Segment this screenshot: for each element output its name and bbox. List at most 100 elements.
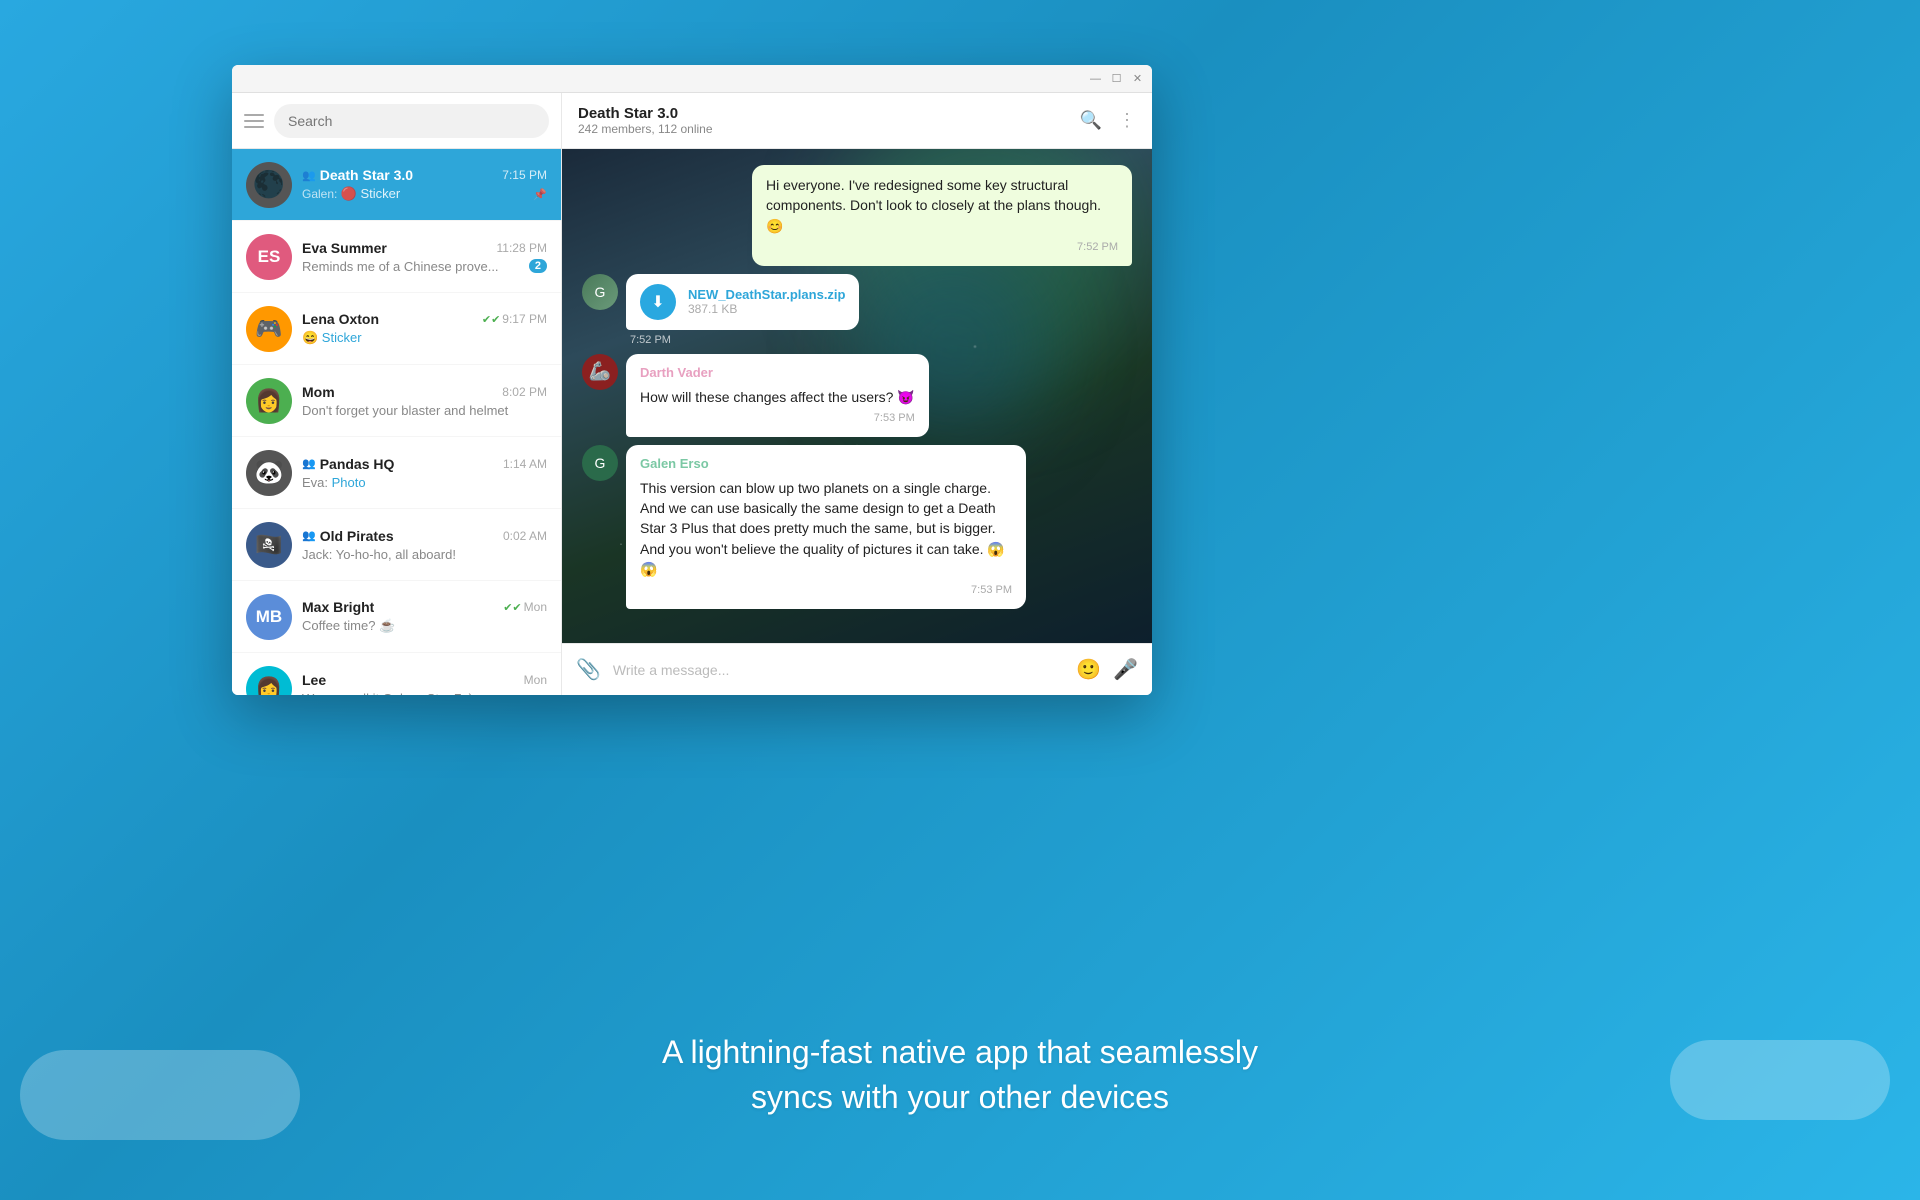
message-text-3: How will these changes affect the users?… — [640, 387, 915, 407]
message-row-3: 🦾 Darth Vader How will these changes aff… — [582, 354, 1132, 437]
chat-info-eva-summer: Eva Summer 11:28 PM Reminds me of a Chin… — [302, 240, 547, 274]
chat-time-lena-oxton: ✔✔9:17 PM — [482, 312, 547, 326]
chat-name-lena-oxton: Lena Oxton — [302, 311, 379, 327]
file-size: 387.1 KB — [688, 302, 845, 316]
chat-time-mom: 8:02 PM — [502, 385, 547, 399]
chat-info-death-star: 👥 Death Star 3.0 7:15 PM Galen: 🔴 Sticke… — [302, 167, 547, 202]
group-icon: 👥 — [302, 169, 316, 182]
message-text-1: Hi everyone. I've redesigned some key st… — [766, 175, 1118, 236]
chat-item-old-pirates[interactable]: 🏴‍☠️ 👥 Old Pirates 0:02 AM Jack: Yo-ho-h… — [232, 509, 561, 581]
chat-panel: Death Star 3.0 242 members, 112 online 🔍… — [562, 93, 1152, 695]
chat-preview-old-pirates: Jack: Yo-ho-ho, all aboard! — [302, 547, 547, 562]
chat-item-pandas-hq[interactable]: 🐼 👥 Pandas HQ 1:14 AM Eva: — [232, 437, 561, 509]
close-button[interactable]: ✕ — [1131, 72, 1144, 85]
chat-info-pandas-hq: 👥 Pandas HQ 1:14 AM Eva: Photo — [302, 456, 547, 490]
avatar-old-pirates: 🏴‍☠️ — [246, 522, 292, 568]
sidebar-header — [232, 93, 561, 149]
group-icon-pirates: 👥 — [302, 529, 316, 542]
file-info: NEW_DeathStar.plans.zip 387.1 KB — [688, 287, 845, 316]
tagline-line2: syncs with your other devices — [0, 1075, 1920, 1120]
chat-info-lee: Lee Mon We can call it Galaxy Star 7 ;) — [302, 672, 547, 696]
avatar-lee: 👩 — [246, 666, 292, 696]
emoji-icon[interactable]: 🙂 — [1076, 657, 1101, 682]
message-time-3: 7:53 PM — [640, 411, 915, 427]
avatar-eva-summer: ES — [246, 234, 292, 280]
chat-time-max-bright: ✔✔Mon — [503, 600, 547, 614]
search-icon[interactable]: 🔍 — [1080, 110, 1102, 131]
message-bubble-1: Hi everyone. I've redesigned some key st… — [752, 165, 1132, 266]
avatar-mom: 👩 — [246, 378, 292, 424]
badge-eva-summer: 2 — [529, 259, 547, 273]
file-time: 7:52 PM — [626, 334, 859, 346]
message-bubble-4: Galen Erso This version can blow up two … — [626, 445, 1026, 609]
more-icon[interactable]: ⋮ — [1118, 110, 1136, 131]
message-row-2: G ⬇ NEW_DeathStar.plans.zip 387.1 KB 7:5… — [582, 274, 1132, 346]
chat-name-lee: Lee — [302, 672, 326, 688]
chat-preview-lena-oxton: 😄 Sticker — [302, 330, 547, 346]
chat-item-eva-summer[interactable]: ES Eva Summer 11:28 PM Reminds me of a C… — [232, 221, 561, 293]
avatar-darth-vader: 🦾 — [582, 354, 618, 390]
maximize-button[interactable]: ☐ — [1110, 72, 1123, 85]
file-bubble: ⬇ NEW_DeathStar.plans.zip 387.1 KB — [626, 274, 859, 330]
menu-icon[interactable] — [244, 114, 264, 128]
chat-header: Death Star 3.0 242 members, 112 online 🔍… — [562, 93, 1152, 149]
search-input[interactable] — [288, 113, 535, 129]
message-sender-3: Darth Vader — [640, 364, 915, 383]
message-bubble-3: Darth Vader How will these changes affec… — [626, 354, 929, 437]
pinned-icon: 📌 — [533, 188, 547, 201]
sticker-area — [932, 617, 1132, 643]
dog-sticker — [932, 617, 1132, 643]
chat-time-eva-summer: 11:28 PM — [497, 241, 547, 255]
chat-time-old-pirates: 0:02 AM — [503, 529, 547, 543]
app-body: 🌑 👥 Death Star 3.0 7:15 PM Galen: — [232, 93, 1152, 695]
chat-list: 🌑 👥 Death Star 3.0 7:15 PM Galen: — [232, 149, 561, 695]
avatar-galen-erso: G — [582, 445, 618, 481]
chat-info-lena-oxton: Lena Oxton ✔✔9:17 PM 😄 Sticker — [302, 311, 547, 346]
chat-header-subtitle: 242 members, 112 online — [578, 122, 1080, 136]
file-name: NEW_DeathStar.plans.zip — [688, 287, 845, 302]
message-row-4: G Galen Erso This version can blow up tw… — [582, 445, 1132, 609]
message-time-1: 7:52 PM — [766, 240, 1118, 256]
chat-item-lena-oxton[interactable]: 🎮 Lena Oxton ✔✔9:17 PM 😄 Sticker — [232, 293, 561, 365]
chat-info-old-pirates: 👥 Old Pirates 0:02 AM Jack: Yo-ho-ho, al… — [302, 528, 547, 562]
chat-preview-death-star: Galen: 🔴 Sticker — [302, 186, 533, 202]
chat-name-death-star: Death Star 3.0 — [320, 167, 413, 183]
download-button[interactable]: ⬇ — [640, 284, 676, 320]
search-box[interactable] — [274, 104, 549, 138]
chat-item-mom[interactable]: 👩 Mom 8:02 PM Don't forget your blaster … — [232, 365, 561, 437]
chat-time-death-star: 7:15 PM — [502, 168, 547, 182]
message-input[interactable] — [613, 662, 1064, 678]
chat-name-pandas-hq: Pandas HQ — [320, 456, 395, 472]
chat-preview-eva-summer: Reminds me of a Chinese prove... — [302, 259, 529, 274]
chat-name-mom: Mom — [302, 384, 335, 400]
message-row-1: Hi everyone. I've redesigned some key st… — [582, 165, 1132, 266]
chat-item-max-bright[interactable]: MB Max Bright ✔✔Mon Coffee time? ☕ — [232, 581, 561, 653]
chat-time-pandas-hq: 1:14 AM — [503, 457, 547, 471]
attach-icon[interactable]: 📎 — [576, 657, 601, 682]
minimize-button[interactable]: — — [1089, 72, 1102, 85]
chat-info-mom: Mom 8:02 PM Don't forget your blaster an… — [302, 384, 547, 418]
chat-preview-mom: Don't forget your blaster and helmet — [302, 403, 547, 418]
avatar-max-bright: MB — [246, 594, 292, 640]
chat-time-lee: Mon — [524, 673, 547, 687]
microphone-icon[interactable]: 🎤 — [1113, 657, 1138, 682]
chat-preview-pandas-hq: Eva: Photo — [302, 475, 547, 490]
chat-name-eva-summer: Eva Summer — [302, 240, 387, 256]
message-sender-4: Galen Erso — [640, 455, 1012, 474]
tagline-line1: A lightning-fast native app that seamles… — [0, 1030, 1920, 1075]
app-window: — ☐ ✕ 🌑 — [232, 65, 1152, 695]
chat-item-lee[interactable]: 👩 Lee Mon We can call it Galaxy Star 7 ;… — [232, 653, 561, 695]
message-time-4: 7:53 PM — [640, 583, 1012, 599]
chat-name-max-bright: Max Bright — [302, 599, 374, 615]
avatar-pandas-hq: 🐼 — [246, 450, 292, 496]
chat-header-title: Death Star 3.0 — [578, 105, 1080, 122]
title-bar: — ☐ ✕ — [232, 65, 1152, 93]
chat-item-death-star[interactable]: 🌑 👥 Death Star 3.0 7:15 PM Galen: — [232, 149, 561, 221]
chat-header-icons: 🔍 ⋮ — [1080, 110, 1136, 131]
message-row-5 — [582, 617, 1132, 643]
messages-content: Hi everyone. I've redesigned some key st… — [582, 165, 1132, 643]
chat-name-old-pirates: Old Pirates — [320, 528, 394, 544]
chat-info-max-bright: Max Bright ✔✔Mon Coffee time? ☕ — [302, 599, 547, 634]
messages-area: Hi everyone. I've redesigned some key st… — [562, 149, 1152, 643]
sidebar: 🌑 👥 Death Star 3.0 7:15 PM Galen: — [232, 93, 562, 695]
